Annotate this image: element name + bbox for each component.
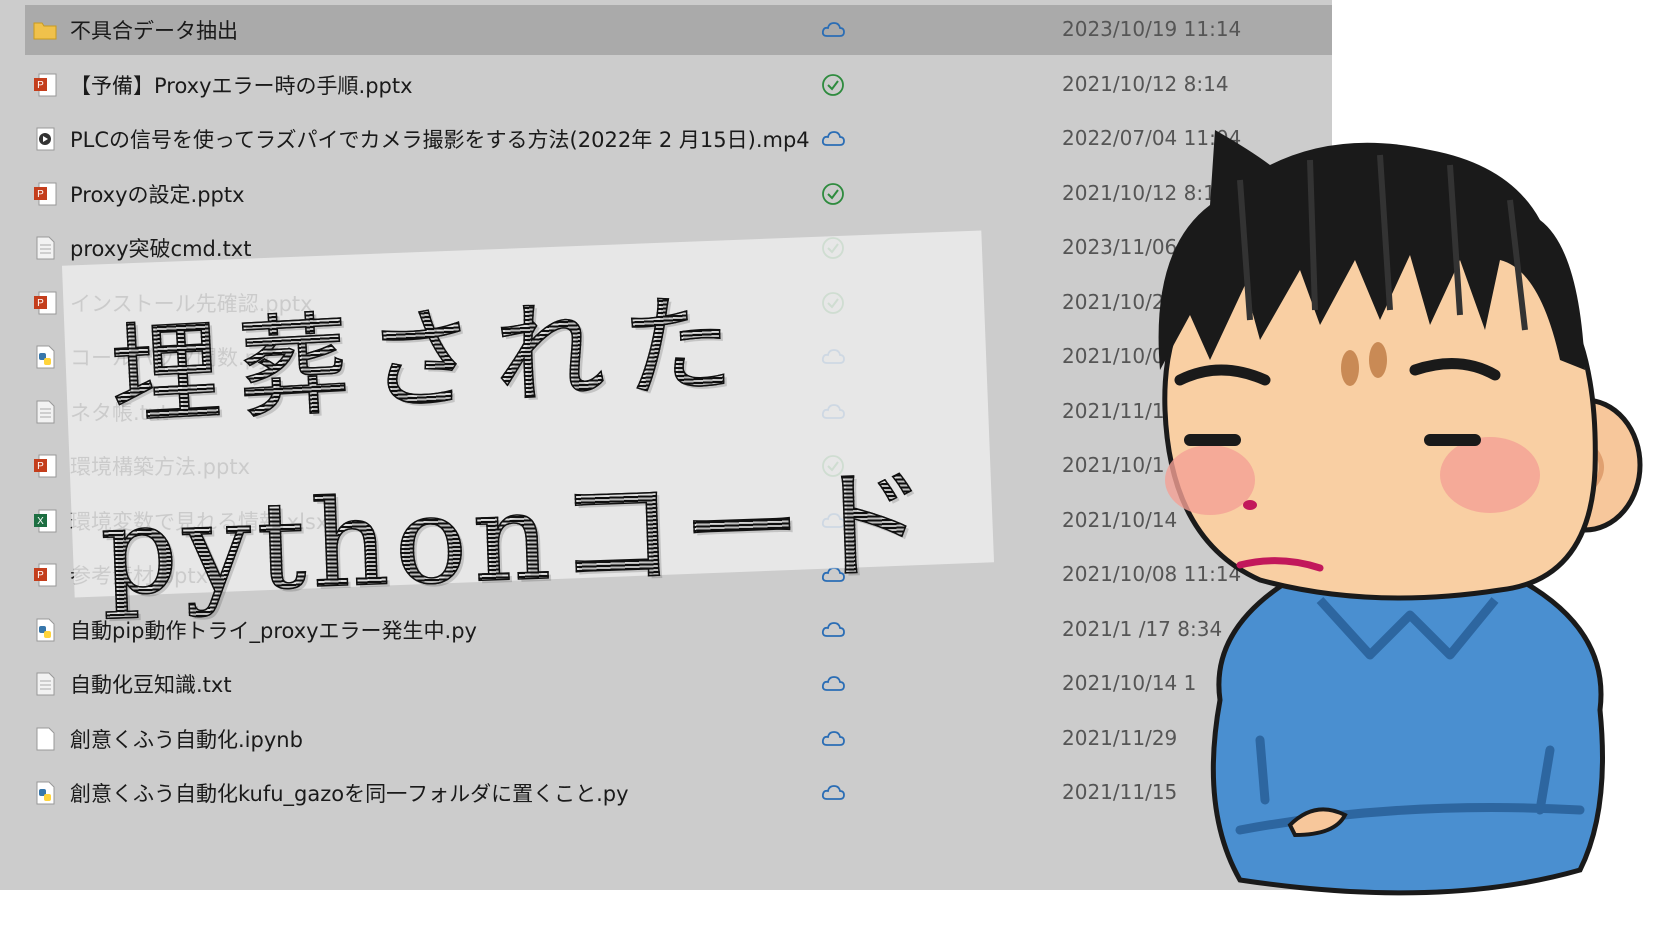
xlsx-file-icon: X xyxy=(32,508,58,534)
overlay-title-line-1: 埋葬された xyxy=(106,253,754,446)
mp4-file-icon xyxy=(32,126,58,152)
synced-check-icon xyxy=(820,72,846,98)
txt-file-icon xyxy=(32,671,58,697)
worried-man-illustration xyxy=(1158,130,1643,896)
pptx-file-icon: P xyxy=(32,453,58,479)
file-name: PLCの信号を使ってラズパイでカメラ撮影をする方法(2022年 2 月15日).… xyxy=(70,128,810,152)
file-row[interactable]: PLCの信号を使ってラズパイでカメラ撮影をする方法(2022年 2 月15日).… xyxy=(0,109,1332,168)
pptx-file-icon: P xyxy=(32,290,58,316)
overlay-title-line-2: pythonコード xyxy=(97,426,936,629)
sweater xyxy=(1210,577,1605,896)
svg-text:P: P xyxy=(37,461,44,472)
svg-text:P: P xyxy=(37,298,44,309)
brow-mark-right xyxy=(1369,342,1387,378)
file-row[interactable]: 不具合データ抽出 2023/10/19 11:14 xyxy=(0,0,1332,59)
file-name: Proxyの設定.pptx xyxy=(70,182,245,207)
brow-mark-left xyxy=(1341,350,1359,386)
cloud-icon xyxy=(820,126,846,152)
cheek-right xyxy=(1440,437,1540,513)
screenshot-stage: 不具合データ抽出 2023/10/19 11:14 P 【予備】Proxyエラー時の手… xyxy=(0,0,1679,946)
file-modified-date: 2023/10/19 11:14 xyxy=(1062,17,1242,41)
cloud-icon xyxy=(820,726,846,752)
file-name: 創意くふう自動化.ipynb xyxy=(70,727,303,752)
svg-text:P: P xyxy=(37,570,44,581)
file-row[interactable]: P 【予備】Proxyエラー時の手順.pptx 2021/10/12 8:14 xyxy=(0,55,1332,114)
svg-text:P: P xyxy=(37,189,44,200)
file-name: 【予備】Proxyエラー時の手順.pptx xyxy=(70,73,413,98)
cheek-left xyxy=(1165,445,1255,515)
pptx-file-icon: P xyxy=(32,181,58,207)
folder-file-icon xyxy=(32,17,58,43)
cloud-icon xyxy=(820,617,846,643)
file-name: 創意くふう自動化kufu_gazoを同一フォルダに置くこと.py xyxy=(70,782,629,806)
py-file-icon xyxy=(32,617,58,643)
file-name: 不具合データ抽出 xyxy=(70,19,238,43)
file-row[interactable]: 自動化豆知識.txt 2021/10/14 1 xyxy=(0,654,1332,713)
cloud-icon xyxy=(820,671,846,697)
file-row[interactable]: P Proxyの設定.pptx 2021/10/12 8:1 xyxy=(0,164,1332,223)
cloud-icon xyxy=(820,17,846,43)
txt-file-icon xyxy=(32,399,58,425)
file-name: 自動化豆知識.txt xyxy=(70,673,232,697)
svg-text:P: P xyxy=(37,80,44,91)
synced-check-icon xyxy=(820,181,846,207)
ipynb-file-icon xyxy=(32,726,58,752)
file-row[interactable]: 創意くふう自動化.ipynb 2021/11/29 xyxy=(0,709,1332,768)
cloud-icon xyxy=(820,780,846,806)
file-name: proxy突破cmd.txt xyxy=(70,237,252,261)
txt-file-icon xyxy=(32,235,58,261)
svg-text:X: X xyxy=(37,516,44,527)
py-file-icon xyxy=(32,780,58,806)
py-file-icon xyxy=(32,344,58,370)
pptx-file-icon: P xyxy=(32,562,58,588)
file-row[interactable]: 創意くふう自動化kufu_gazoを同一フォルダに置くこと.py 2021/11/… xyxy=(0,763,1332,822)
file-modified-date: 2021/10/12 8:14 xyxy=(1062,71,1229,96)
nose xyxy=(1243,500,1257,510)
pptx-file-icon: P xyxy=(32,72,58,98)
